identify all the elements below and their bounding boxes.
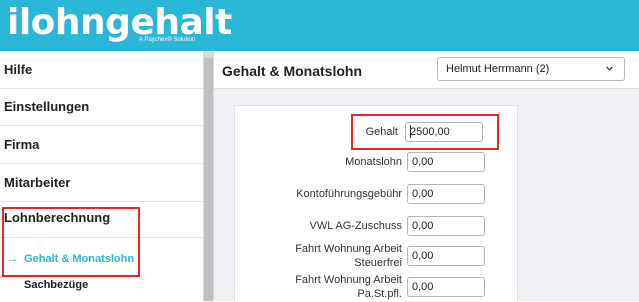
sidebar-scrollbar-thumb[interactable] [204, 58, 213, 301]
monatslohn-input[interactable] [407, 152, 485, 172]
label-line: Fahrt Wohnung Arbeit [295, 274, 402, 286]
sidebar-item-label: Mitarbeiter [4, 175, 71, 190]
kontofuehrungsgebuehr-label: Kontoführungsgebühr [296, 188, 402, 200]
vwl-ag-zuschuss-input[interactable] [407, 216, 485, 236]
employee-select-value: Helmut Herrmann (2) [446, 63, 550, 75]
label-line: Steuerfrei [354, 257, 402, 269]
sidebar-subitem-sachbezuege[interactable]: Sachbezüge [24, 279, 88, 291]
highlight-box [2, 207, 140, 277]
kontofuehrungsgebuehr-input[interactable] [407, 184, 485, 204]
sidebar-subitem-label: Sachbezüge [24, 279, 89, 291]
sidebar-item-mitarbeiter[interactable]: Mitarbeiter [0, 164, 203, 202]
vwl-ag-zuschuss-label: VWL AG-Zuschuss [309, 220, 402, 232]
highlight-box [351, 114, 499, 150]
monatslohn-label: Monatslohn [345, 156, 402, 168]
fahrt-pastpfl-input[interactable] [407, 277, 485, 297]
sidebar-item-label: Hilfe [4, 62, 33, 77]
fahrt-pastpfl-label: Fahrt Wohnung Arbeit Pa.St.pfl. [240, 273, 402, 301]
fahrt-steuerfrei-input[interactable] [407, 246, 485, 266]
sidebar-item-einstellungen[interactable]: Einstellungen [0, 89, 203, 126]
sidebar-item-firma[interactable]: Firma [0, 126, 203, 164]
label-line: Fahrt Wohnung Arbeit [295, 243, 402, 255]
page-title: Gehalt & Monatslohn [222, 63, 362, 79]
fahrt-steuerfrei-label: Fahrt Wohnung Arbeit Steuerfrei [240, 242, 402, 270]
sidebar-item-label: Firma [4, 137, 40, 152]
employee-select[interactable]: Helmut Herrmann (2) [437, 57, 625, 81]
logo[interactable]: ilohngehalt [7, 1, 232, 45]
label-line: Pa.St.pfl. [357, 288, 402, 300]
app-header: ilohngehalt A Paychex® Solution [0, 0, 639, 51]
sidebar-item-hilfe[interactable]: Hilfe [0, 51, 203, 89]
logo-subtitle: A Paychex® Solution [139, 37, 196, 43]
sidebar-item-label: Einstellungen [4, 99, 90, 114]
chevron-down-icon[interactable] [606, 65, 613, 72]
